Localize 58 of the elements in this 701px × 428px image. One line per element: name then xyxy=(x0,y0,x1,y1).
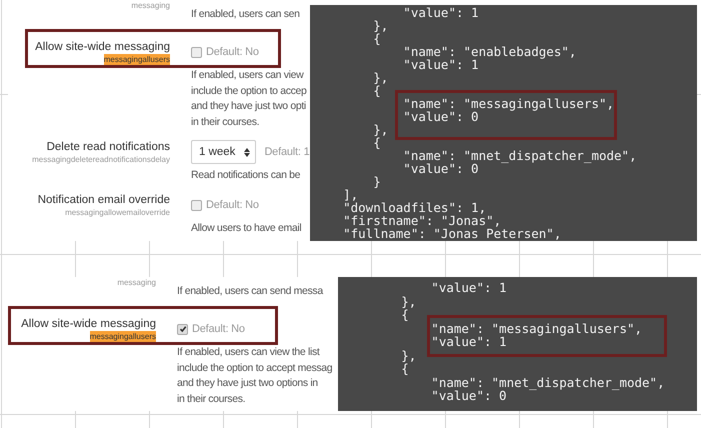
setting-key: messagingallusers xyxy=(104,54,170,66)
setting-description: Allow users to have email xyxy=(191,221,302,236)
code-line: }, xyxy=(400,294,416,308)
setting-label: Notification email override xyxy=(38,193,170,208)
setting-description: Read notifications can be xyxy=(191,168,300,184)
code-line: } xyxy=(372,175,381,188)
code-line: "name": "messagingallusers", xyxy=(402,97,614,110)
checkbox[interactable] xyxy=(177,324,188,335)
setting-key: messaging xyxy=(117,277,156,288)
setting-key: messaging xyxy=(131,0,170,11)
code-line: "value": 1 xyxy=(430,335,507,348)
setting-description: in their courses. xyxy=(191,114,260,130)
code-line: "value": 0 xyxy=(402,162,479,175)
code-line: { xyxy=(400,362,409,376)
setting-description: If enabled, users can view the list xyxy=(177,345,320,360)
setting-description: If enabled, users can view xyxy=(191,68,304,84)
code-line: "name": "mnet_dispatcher_mode", xyxy=(430,376,665,389)
code-line: { xyxy=(400,308,409,322)
default-text: Default: No xyxy=(206,46,259,58)
code-line: "downloadfiles": 1, xyxy=(342,201,486,214)
setting-description: If enabled, users can sen xyxy=(191,7,300,22)
code-line: "value": 1 xyxy=(402,6,479,19)
default-text: Default: No xyxy=(192,323,245,336)
setting-label: Allow site-wide messaging xyxy=(35,40,170,54)
caret-icon xyxy=(244,148,250,157)
code-line: }, xyxy=(372,19,388,32)
code-line: { xyxy=(372,84,381,97)
checkbox[interactable] xyxy=(191,46,202,58)
setting-description: in their courses. xyxy=(177,392,246,407)
setting-description: and they have just two options in xyxy=(177,376,318,392)
code-line: "value": 0 xyxy=(430,389,507,402)
code-line: }, xyxy=(372,71,388,84)
setting-description: include the option to accep xyxy=(191,84,306,99)
code-line: "value": 1 xyxy=(430,281,507,294)
checkbox[interactable] xyxy=(191,200,202,211)
code-line: "fullname": "Jonas Petersen", xyxy=(342,227,562,240)
setting-label: Allow site-wide messaging xyxy=(21,317,156,332)
setting-description: include the option to accept messag xyxy=(177,360,332,376)
code-line: "name": "messagingallusers", xyxy=(430,322,642,335)
code-line: ], xyxy=(342,188,358,201)
code-line: "name": "mnet_dispatcher_mode", xyxy=(402,149,637,162)
setting-key: messagingallowemailoverride xyxy=(65,207,170,218)
code-line: { xyxy=(372,32,381,45)
default-text: Default: No xyxy=(206,199,259,212)
setting-key: messagingdeletereadnotificationsdelay xyxy=(32,154,170,166)
code-line: "name": "enablebadges", xyxy=(402,45,576,58)
code-line: "value": 1 xyxy=(402,58,479,71)
setting-description: and they have just two opti xyxy=(191,99,306,114)
code-line: }, xyxy=(400,348,416,362)
code-line: { xyxy=(372,136,381,149)
dropdown[interactable]: 1 week xyxy=(191,140,256,164)
setting-label: Delete read notifications xyxy=(46,140,170,154)
code-line: }, xyxy=(372,123,388,136)
setting-key: messagingallusers xyxy=(90,331,156,342)
code-line: "firstname": "Jonas", xyxy=(342,214,502,227)
default-text: Default: 1 xyxy=(264,146,310,158)
code-line: "value": 0 xyxy=(402,110,479,123)
setting-description: If enabled, users can send messa xyxy=(177,284,323,299)
